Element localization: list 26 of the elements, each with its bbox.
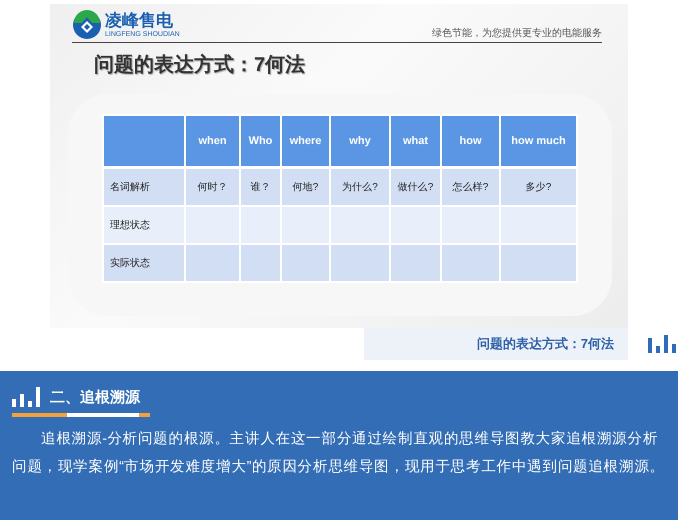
- bar-chart-icon: [12, 387, 40, 407]
- table-cell: 谁？: [240, 168, 281, 206]
- tagline: 绿色节能，为您提供更专业的电能服务: [432, 26, 602, 40]
- column-header: how much: [500, 115, 577, 168]
- column-header: Who: [240, 115, 281, 168]
- table-cell: 何地?: [281, 168, 330, 206]
- bar-chart-icon: [648, 335, 676, 353]
- table-cell: 多少?: [500, 168, 577, 206]
- logo-icon: [72, 10, 102, 40]
- table-cell: 为什么?: [330, 168, 390, 206]
- column-header: when: [185, 115, 240, 168]
- logo-name: 凌峰售电: [105, 11, 174, 30]
- column-header: what: [390, 115, 441, 168]
- image-caption: 问题的表达方式：7何法: [364, 328, 628, 360]
- column-header: how: [441, 115, 500, 168]
- row-label: 名词解析: [103, 168, 185, 206]
- section-title: 二、追根溯源: [50, 388, 140, 407]
- row-label: 实际状态: [103, 244, 185, 282]
- table-cell: 何时？: [185, 168, 240, 206]
- row-label: 理想状态: [103, 206, 185, 244]
- section-paragraph: 追根溯源-分析问题的根源。主讲人在这一部分通过绘制直观的思维导图教大家追根溯源分析问题，现学案例“市场开发难度增大”的原因分析思维导图，现用于思考工作中遇到问题追根溯源。: [12, 430, 666, 477]
- column-header: where: [281, 115, 330, 168]
- slide-title: 问题的表达方式：7何法: [94, 52, 306, 78]
- table-cell: 怎么样?: [441, 168, 500, 206]
- table-cell: 做什么?: [390, 168, 441, 206]
- column-header: why: [330, 115, 390, 168]
